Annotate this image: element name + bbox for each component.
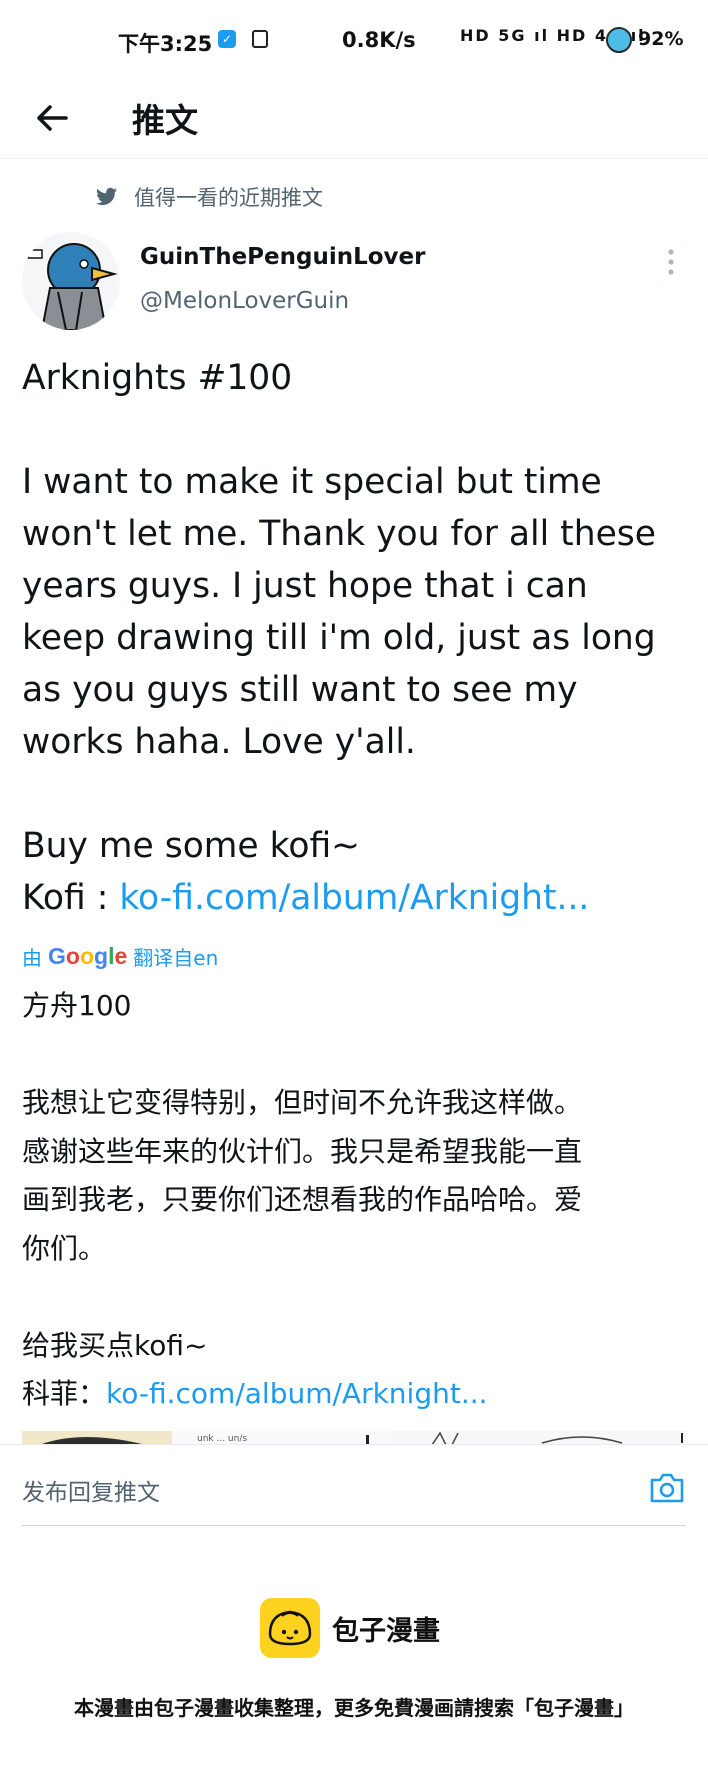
camera-icon[interactable] <box>648 1471 686 1505</box>
svg-text:unk ... un/s: unk ... un/s <box>197 1434 247 1444</box>
kofi-link[interactable]: ko-fi.com/album/Arknight... <box>119 878 589 918</box>
google-logo: Google <box>48 943 128 969</box>
translated-from-label: 翻译自en <box>133 946 219 970</box>
tweet-text: Arknights #100 I want to make it special… <box>22 352 692 924</box>
author-display-name[interactable]: GuinThePenguinLover <box>140 244 426 270</box>
footer-notice: 本漫畫由包子漫畫收集整理，更多免費漫画請搜索「包子漫畫」 <box>74 1696 634 1720</box>
tweet-line: as you guys still want to see my <box>22 670 578 710</box>
avatar[interactable] <box>22 232 120 330</box>
divider <box>22 1525 686 1526</box>
reply-input[interactable]: 发布回复推文 <box>22 1473 160 1507</box>
status-bar: 下午3:25 ✓ 0.8K/s HD 5G ıl HD 4G ıl 92% <box>0 0 708 82</box>
more-vertical-icon[interactable] <box>666 248 676 276</box>
back-arrow-icon[interactable] <box>32 98 72 138</box>
recommended-label: 值得一看的近期推文 <box>96 182 323 212</box>
twitter-notification-icon: ✓ <box>218 30 236 48</box>
translated-text: 方舟100 我想让它变得特别，但时间不允许我这样做。 感谢这些年来的伙计们。我只… <box>22 982 692 1419</box>
reply-composer: 发布回复推文 <box>0 1444 708 1529</box>
battery-icon <box>606 27 632 53</box>
tweet-media-preview[interactable]: unk ... un/s <box>22 1430 688 1444</box>
tweet-line: won't let me. Thank you for all these <box>22 514 656 554</box>
translated-line: 感谢这些年来的伙计们。我只是希望我能一直 <box>22 1134 583 1168</box>
battery-level: 92% <box>638 28 684 50</box>
brand-name: 包子漫畫 <box>332 1615 440 1647</box>
app-notification-icon <box>252 30 268 48</box>
top-app-bar: 推文 <box>0 82 708 159</box>
brand: 包子漫畫 <box>260 1598 440 1658</box>
tweet-kofi-row: Kofi : ko-fi.com/album/Arknight... <box>22 872 692 924</box>
translated-kofi-link[interactable]: ko-fi.com/album/Arknight... <box>106 1377 488 1410</box>
twitter-bird-icon <box>96 187 118 206</box>
translated-kofi-row: 科菲：ko-fi.com/album/Arknight... <box>22 1370 692 1419</box>
kofi-prefix: Kofi : <box>22 878 120 918</box>
translated-kofi-prefix: 科菲： <box>22 1377 107 1410</box>
status-time: 下午3:25 <box>118 32 213 56</box>
comic-image-icon: unk ... un/s <box>22 1431 688 1444</box>
tweet-line: keep drawing till i'm old, just as long <box>22 618 656 658</box>
translated-kofi-line: 给我买点kofi~ <box>22 1328 208 1362</box>
tweet-line: years guys. I just hope that i can <box>22 566 588 606</box>
tweet-title-line: Arknights #100 <box>22 358 293 398</box>
page-title: 推文 <box>132 101 198 140</box>
network-speed: 0.8K/s <box>342 28 416 52</box>
author-handle[interactable]: @MelonLoverGuin <box>140 288 349 314</box>
translated-title-line: 方舟100 <box>22 989 132 1022</box>
bun-logo-icon <box>260 1598 320 1658</box>
translated-line: 你们。 <box>22 1231 107 1265</box>
tweet-line: I want to make it special but time <box>22 462 602 502</box>
recommended-text: 值得一看的近期推文 <box>134 186 323 210</box>
translated-line: 我想让它变得特别，但时间不允许我这样做。 <box>22 1086 583 1119</box>
penguin-avatar-icon <box>22 232 120 330</box>
tweet-line: works haha. Love y'all. <box>22 722 416 762</box>
tweet-kofi-line: Buy me some kofi~ <box>22 826 361 866</box>
translation-attribution[interactable]: 由 Google 翻译自en <box>22 942 218 971</box>
translated-by-label: 由 <box>22 946 42 970</box>
translated-line: 画到我老，只要你们还想看我的作品哈哈。爱 <box>22 1183 583 1216</box>
